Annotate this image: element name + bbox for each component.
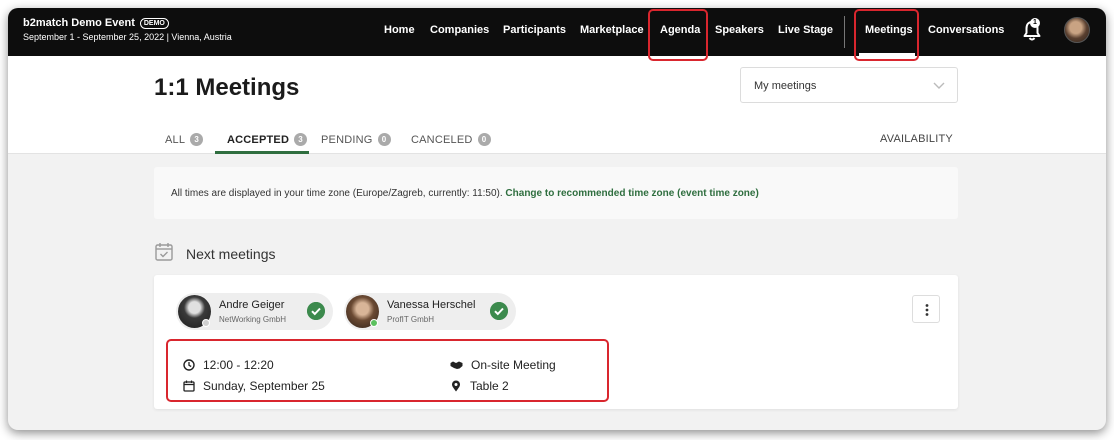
- participant-name: Andre Geiger: [219, 299, 285, 311]
- tab-label: PENDING: [321, 133, 373, 146]
- demo-badge: DEMO: [139, 17, 169, 29]
- top-navbar: b2match Demo Event DEMO September 1 - Se…: [8, 8, 1106, 56]
- calendar-check-icon: [155, 243, 173, 261]
- participant-company: NetWorking GmbH: [219, 315, 286, 324]
- participant-chip[interactable]: Andre Geiger NetWorking GmbH: [176, 293, 333, 330]
- notification-count-badge: 1: [1030, 18, 1040, 28]
- tab-all[interactable]: ALL 3: [165, 133, 204, 146]
- meeting-options-button[interactable]: [912, 295, 940, 323]
- event-meta: September 1 - September 25, 2022 | Vienn…: [23, 32, 232, 42]
- tab-count-badge: 3: [190, 133, 204, 146]
- nav-home[interactable]: Home: [384, 24, 415, 36]
- tab-label: ALL: [165, 133, 186, 146]
- active-tab-indicator: [215, 151, 309, 154]
- participant-company: ProfIT GmbH: [387, 315, 434, 324]
- event-brand[interactable]: b2match Demo Event DEMO September 1 - Se…: [23, 17, 232, 42]
- kebab-menu-icon: [925, 304, 929, 316]
- page-title: 1:1 Meetings: [154, 74, 300, 101]
- tab-label: ACCEPTED: [227, 133, 290, 146]
- tab-count-badge: 0: [377, 133, 391, 146]
- availability-button[interactable]: AVAILABILITY: [880, 133, 953, 145]
- tab-accepted[interactable]: ACCEPTED 3: [227, 133, 308, 146]
- app-window: b2match Demo Event DEMO September 1 - Se…: [8, 8, 1106, 430]
- event-name: b2match Demo Event: [23, 17, 135, 29]
- participant-name: Vanessa Herschel: [387, 299, 476, 311]
- nav-conversations[interactable]: Conversations: [928, 24, 1004, 36]
- highlight-box-meeting-details: [166, 339, 609, 402]
- nav-participants[interactable]: Participants: [503, 24, 566, 36]
- tab-count-badge: 0: [477, 133, 491, 146]
- change-timezone-link[interactable]: Change to recommended time zone (event t…: [505, 188, 758, 199]
- meetings-filter-select[interactable]: My meetings: [740, 67, 958, 103]
- status-indicator: [370, 319, 378, 327]
- participant-chip[interactable]: Vanessa Herschel ProfIT GmbH: [344, 293, 516, 330]
- nav-marketplace[interactable]: Marketplace: [580, 24, 644, 36]
- select-value: My meetings: [754, 80, 817, 92]
- nav-speakers[interactable]: Speakers: [715, 24, 764, 36]
- nav-divider: [844, 16, 845, 48]
- check-circle-icon: [307, 302, 325, 320]
- tab-pending[interactable]: PENDING 0: [321, 133, 391, 146]
- highlight-box-meetings: [854, 9, 919, 61]
- tab-canceled[interactable]: CANCELED 0: [411, 133, 491, 146]
- nav-live-stage[interactable]: Live Stage: [778, 24, 833, 36]
- timezone-info-bar: All times are displayed in your time zon…: [154, 167, 958, 219]
- tab-count-badge: 3: [294, 133, 308, 146]
- tab-label: CANCELED: [411, 133, 473, 146]
- nav-companies[interactable]: Companies: [430, 24, 489, 36]
- user-avatar[interactable]: [1064, 17, 1090, 43]
- check-circle-icon: [490, 302, 508, 320]
- next-meetings-heading: Next meetings: [186, 246, 276, 262]
- chevron-down-icon: [933, 82, 945, 89]
- status-indicator: [202, 319, 210, 327]
- timezone-info-text: All times are displayed in your time zon…: [171, 188, 503, 199]
- page-header: 1:1 Meetings My meetings ALL 3 ACCEPTED …: [8, 56, 1106, 154]
- highlight-box-agenda: [648, 9, 708, 61]
